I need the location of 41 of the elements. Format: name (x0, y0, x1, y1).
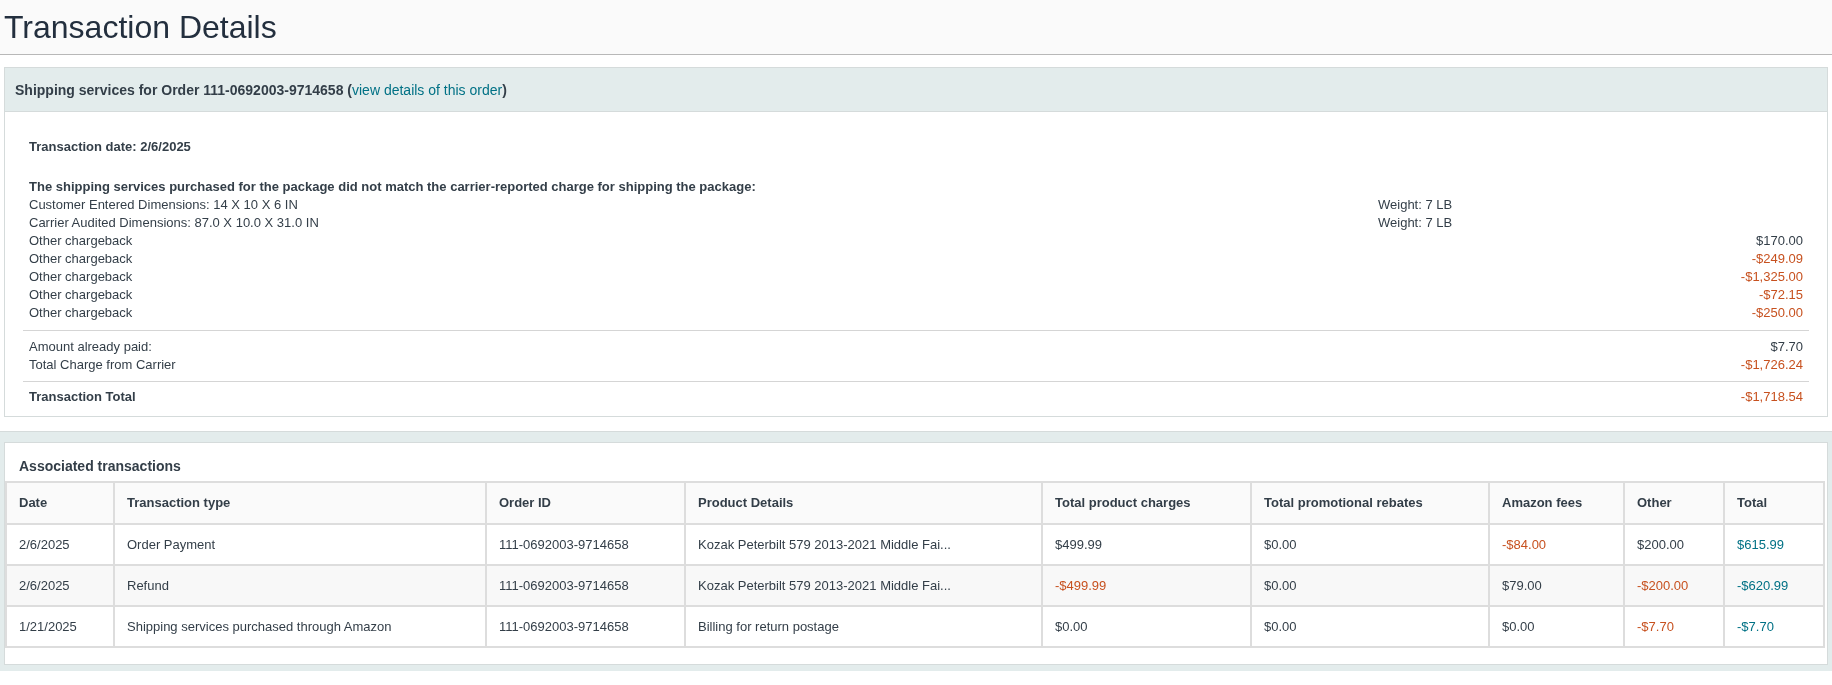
column-header: Product Details (685, 482, 1042, 524)
column-header: Order ID (486, 482, 685, 524)
column-header: Date (6, 482, 114, 524)
table-cell: Shipping services purchased through Amazon (114, 606, 486, 647)
transaction-total-label: Transaction Total (29, 388, 136, 406)
weight-text: Weight: 7 LB (1378, 196, 1453, 214)
transaction-total-amount: -$1,718.54 (1740, 388, 1803, 406)
chargeback-label: Other chargeback (29, 268, 133, 286)
view-order-link[interactable]: view details of this order (352, 81, 503, 98)
column-header: Total product charges (1042, 482, 1251, 524)
summary-label: Amount already paid: (29, 338, 152, 356)
column-header: Transaction type (114, 482, 486, 524)
summary-amount: $7.70 (1770, 338, 1803, 356)
summary-label: Total Charge from Carrier (29, 356, 176, 374)
table-cell: 111-0692003-9714658 (486, 606, 685, 647)
table-cell: 1/21/2025 (6, 606, 114, 647)
dimensions-text: Customer Entered Dimensions: 14 X 10 X 6 IN (29, 196, 299, 214)
chargeback-label: Other chargeback (29, 250, 133, 268)
chargeback-label: Other chargeback (29, 304, 133, 322)
dimensions-text: Carrier Audited Dimensions: 87.0 X 10.0 X 31.0 IN (29, 214, 320, 232)
page-title: Transaction Details (4, 8, 277, 47)
column-header: Total promotional rebates (1251, 482, 1489, 524)
table-cell: -$7.70 (1724, 606, 1824, 647)
table-cell: $0.00 (1489, 606, 1624, 647)
table-cell: $0.00 (1042, 606, 1251, 647)
chargeback-amount: -$249.09 (1751, 250, 1803, 268)
transaction-date: Transaction date: 2/6/2025 (29, 138, 192, 156)
associated-title: Associated transactions (18, 457, 182, 476)
chargeback-label: Other chargeback (29, 286, 133, 304)
mismatch-notice: The shipping services purchased for the package did not match the carrier-reported charge for shipping the package: (29, 178, 757, 196)
table-cell: -$7.70 (1624, 606, 1724, 647)
chargeback-amount: -$250.00 (1751, 304, 1803, 322)
summary-amount: -$1,726.24 (1740, 356, 1803, 374)
table-cell: Billing for return postage (685, 606, 1042, 647)
weight-text: Weight: 7 LB (1378, 214, 1453, 232)
chargeback-amount: -$72.15 (1758, 286, 1803, 304)
chargeback-amount: $170.00 (1756, 232, 1803, 250)
table-cell: $0.00 (1251, 606, 1489, 647)
chargeback-label: Other chargeback (29, 232, 133, 250)
chargeback-amount: -$1,325.00 (1740, 268, 1803, 286)
order-heading: Shipping services for Order 111-0692003-9714658 (view details of this order) (15, 80, 507, 99)
